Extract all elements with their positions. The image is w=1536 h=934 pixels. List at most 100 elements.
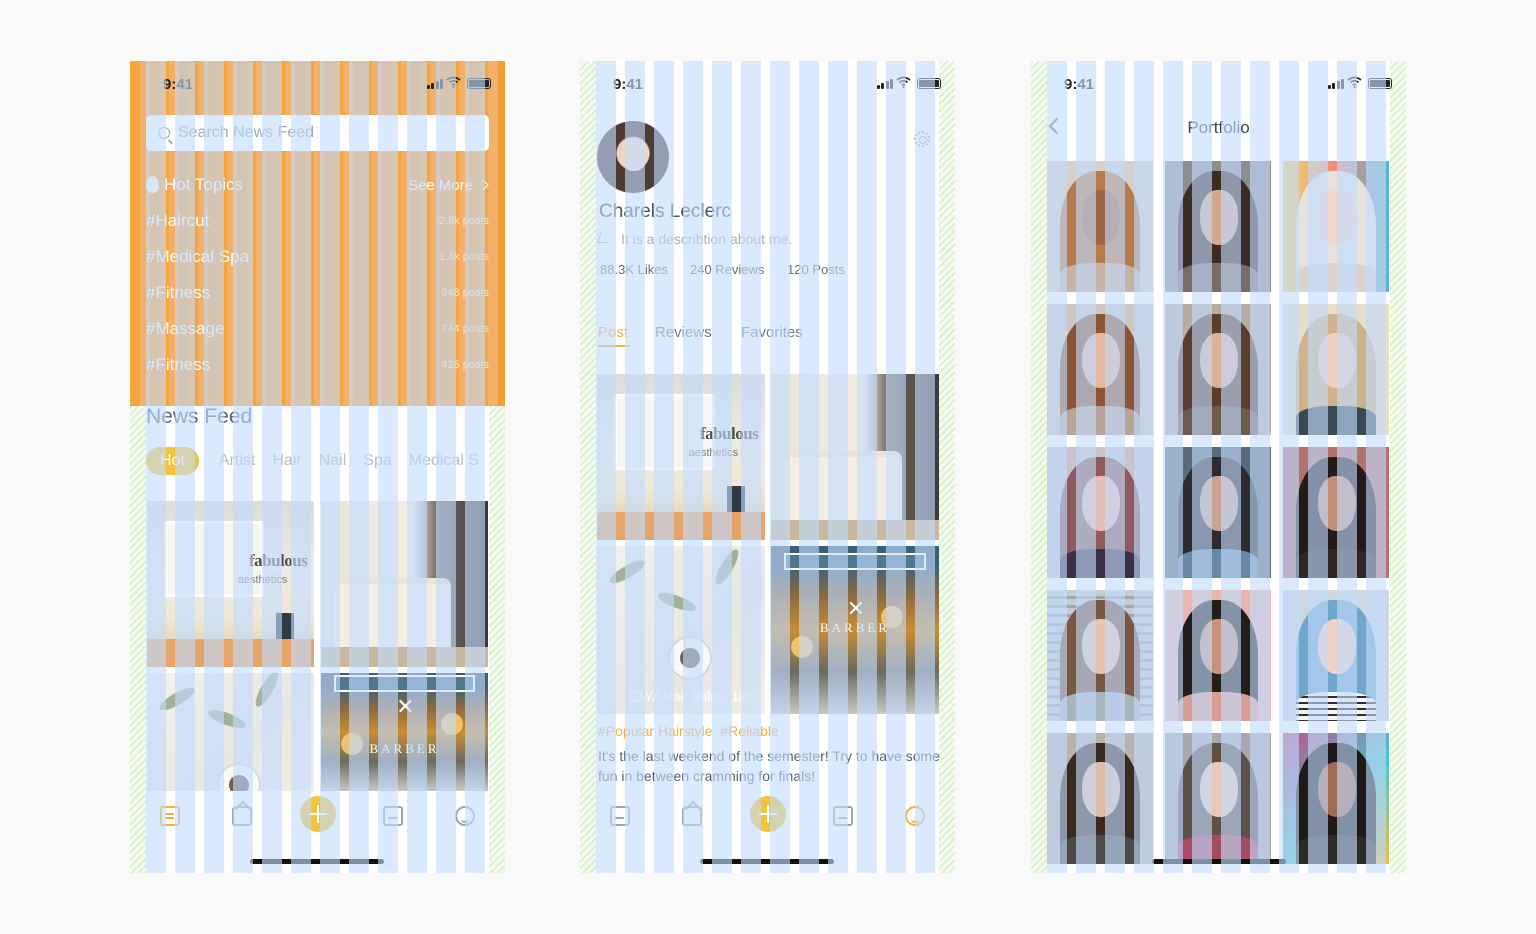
- topic-count: 2.8k posts: [438, 215, 489, 227]
- topic-item[interactable]: #Haircut 2.8k posts: [146, 209, 489, 233]
- topic-item[interactable]: #Fitness 426 posts: [146, 353, 489, 377]
- portfolio-photo[interactable]: [1165, 590, 1271, 721]
- portfolio-photo[interactable]: [1165, 733, 1271, 864]
- wifi-icon: [896, 76, 911, 88]
- portfolio-photo[interactable]: [1283, 447, 1389, 578]
- portfolio-photo[interactable]: [1283, 161, 1389, 292]
- battery-icon: [1368, 78, 1392, 89]
- profile-description: It is a describtion about me.: [621, 231, 793, 247]
- tab-bar: [580, 790, 955, 840]
- profile-screen: 9:41 Charels Leclerc It is a describtion…: [580, 61, 955, 873]
- portfolio-photo[interactable]: [1047, 447, 1153, 578]
- status-time: 9:41: [613, 76, 644, 93]
- add-icon[interactable]: [300, 796, 336, 832]
- profile-icon[interactable]: [905, 806, 925, 826]
- portfolio-photo[interactable]: [1283, 590, 1389, 721]
- margin-guide-right: [1390, 61, 1406, 873]
- salon-logo-text: fabulous: [699, 423, 759, 443]
- search-input[interactable]: Search News Feed: [146, 115, 489, 151]
- home-indicator[interactable]: [1152, 859, 1286, 864]
- tab-favorites[interactable]: Favorites: [741, 324, 803, 341]
- hot-topics-header: Hot Topics See More: [146, 173, 489, 197]
- search-placeholder: Search News Feed: [178, 124, 315, 141]
- profile-icon[interactable]: [455, 806, 475, 826]
- category-tab-hair[interactable]: Hair: [272, 447, 301, 475]
- news-feed-icon[interactable]: [610, 806, 630, 826]
- add-icon[interactable]: [750, 796, 786, 832]
- news-feed-icon[interactable]: [160, 806, 180, 826]
- profile-name: Charels Leclerc: [599, 201, 731, 222]
- post-photo-salon[interactable]: fabulous aesthetics: [597, 374, 765, 540]
- portfolio-photo[interactable]: [1047, 161, 1153, 292]
- tab-reviews[interactable]: Reviews: [655, 324, 712, 341]
- post-photo-barber[interactable]: ✕ BARBER: [771, 546, 939, 714]
- post-location[interactable]: TAYA Hair Salon, 1km: [600, 689, 756, 704]
- post-photo-treatment-room[interactable]: [771, 374, 939, 540]
- margin-guide-left: [1031, 61, 1047, 873]
- topic-tag: #Fitness: [146, 283, 211, 302]
- salon-logo-subtext: aesthetics: [688, 447, 739, 460]
- topic-tag: #Massage: [146, 319, 225, 338]
- portfolio-photo[interactable]: [1047, 304, 1153, 435]
- status-time: 9:41: [1064, 76, 1095, 93]
- status-time: 9:41: [163, 76, 194, 93]
- status-bar: 9:41: [580, 61, 955, 105]
- category-tab-medical[interactable]: Medical S: [409, 447, 479, 475]
- margin-guide-left: [580, 61, 596, 873]
- portfolio-photo[interactable]: [1165, 161, 1271, 292]
- portfolio-photo[interactable]: [1047, 590, 1153, 721]
- category-tabs: Hot Artist Hair Nail Spa Medical S: [146, 447, 505, 475]
- feed-photo-barber[interactable]: ✕ BARBER: [321, 673, 488, 791]
- portfolio-photo[interactable]: [1165, 304, 1271, 435]
- reviews-count[interactable]: 240 Reviews: [690, 262, 764, 277]
- post-text: It's the last weekend of the semester! T…: [598, 748, 940, 784]
- search-icon: [158, 127, 170, 139]
- topic-count: 426 posts: [441, 359, 489, 371]
- home-icon[interactable]: [682, 806, 702, 826]
- home-icon[interactable]: [232, 806, 252, 826]
- calendar-icon[interactable]: [833, 806, 853, 826]
- post-tag[interactable]: #Reliable: [720, 723, 778, 739]
- topic-item[interactable]: #Fitness 948 posts: [146, 281, 489, 305]
- topic-item[interactable]: #Massage 744 posts: [146, 317, 489, 341]
- home-indicator[interactable]: [700, 859, 834, 864]
- feed-photo-plants[interactable]: [147, 673, 314, 791]
- portfolio-screen: 9:41 Portfolio: [1031, 61, 1406, 873]
- salon-logo-subtext: aesthetics: [237, 574, 288, 587]
- battery-icon: [917, 78, 941, 89]
- category-tab-nail[interactable]: Nail: [319, 447, 347, 475]
- category-tab-artist[interactable]: Artist: [219, 447, 255, 475]
- home-indicator[interactable]: [250, 859, 384, 864]
- feed-photo-salon[interactable]: fabulous aesthetics: [147, 501, 314, 667]
- category-tab-hot[interactable]: Hot: [146, 447, 199, 475]
- portfolio-photo[interactable]: [1283, 733, 1389, 864]
- chevron-right-icon[interactable]: [477, 179, 489, 191]
- topic-tag: #Medical Spa: [146, 247, 250, 266]
- signal-icon: [426, 79, 443, 89]
- topic-tag: #Fitness: [146, 355, 211, 374]
- avatar[interactable]: [597, 121, 669, 193]
- wifi-icon: [1347, 76, 1362, 88]
- tab-post[interactable]: Post: [598, 324, 628, 341]
- portfolio-photo[interactable]: [1283, 304, 1389, 435]
- salon-logo-text: fabulous: [248, 550, 308, 570]
- post-tags: #Popular Hairstyle #Reliable: [598, 723, 787, 739]
- signal-icon: [876, 79, 893, 89]
- posts-count[interactable]: 120 Posts: [787, 262, 845, 277]
- calendar-icon[interactable]: [383, 806, 403, 826]
- portfolio-photo[interactable]: [1165, 447, 1271, 578]
- battery-icon: [467, 78, 491, 89]
- news-feed-title: News Feed: [146, 405, 253, 428]
- see-more-link[interactable]: See More: [408, 177, 473, 194]
- feed-photo-treatment-room[interactable]: [321, 501, 488, 667]
- post-tag[interactable]: #Popular Hairstyle: [598, 723, 712, 739]
- topic-count: 1.4k posts: [438, 251, 489, 263]
- page-title: Portfolio: [1187, 118, 1250, 137]
- settings-gear-icon[interactable]: [914, 131, 930, 147]
- news-feed-screen: 9:41 Search News Feed Hot Topics See Mor…: [130, 61, 505, 873]
- category-tab-spa[interactable]: Spa: [363, 447, 391, 475]
- portfolio-photo[interactable]: [1047, 733, 1153, 864]
- topic-item[interactable]: #Medical Spa 1.4k posts: [146, 245, 489, 269]
- active-tab-indicator: [598, 345, 630, 347]
- wifi-icon: [446, 76, 461, 88]
